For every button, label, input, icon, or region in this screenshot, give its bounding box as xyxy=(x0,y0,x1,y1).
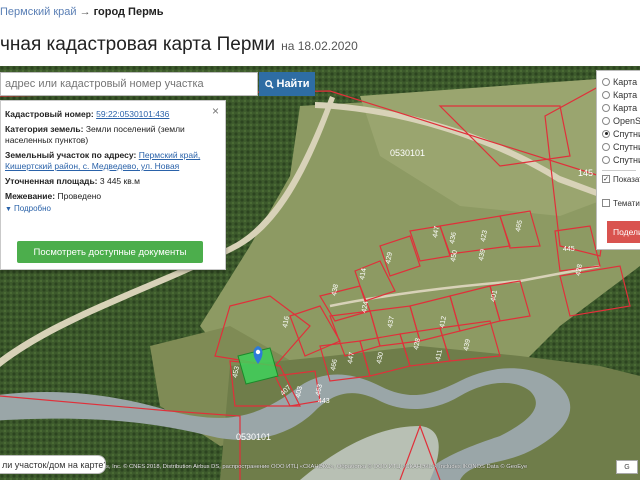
layer-option[interactable]: Карта xyxy=(602,88,640,101)
area-label: Уточненная площадь: xyxy=(5,176,98,186)
survey-value: Проведено xyxy=(57,191,102,201)
page-title: чная кадастровая карта Перми на 18.02.202… xyxy=(0,34,358,56)
address-label: Земельный участок по адресу: xyxy=(5,150,137,160)
checkbox-icon xyxy=(602,199,610,207)
breadcrumb-city: город Пермь xyxy=(93,6,164,18)
radio-icon xyxy=(602,77,610,86)
share-button[interactable]: Подели xyxy=(607,221,640,243)
layer-option-selected[interactable]: Спутни xyxy=(602,127,640,140)
layer-option[interactable]: Спутни xyxy=(602,140,640,153)
cad-number-label: Кадастровый номер: xyxy=(5,109,94,119)
satellite-map[interactable]: 453 416 438 414 429 447 436 423 465 450 … xyxy=(0,66,640,480)
layer-option[interactable]: Спутни xyxy=(602,153,640,166)
quarter-label-bottom: 0530101 xyxy=(236,432,271,442)
more-details-toggle[interactable]: ▼ Подробно xyxy=(5,204,221,213)
layer-option-label: Спутни xyxy=(613,141,640,152)
radio-icon xyxy=(602,103,610,112)
svg-text:445: 445 xyxy=(563,246,575,253)
layer-option-label: Спутни xyxy=(613,128,640,139)
breadcrumb-region-link[interactable]: Пермский край xyxy=(0,6,77,18)
cad-number-link[interactable]: 59:22:0530101:436 xyxy=(96,109,169,119)
breadcrumb-arrow: → xyxy=(79,6,91,18)
radio-icon xyxy=(602,142,610,151)
layer-option[interactable]: Карта xyxy=(602,101,640,114)
svg-text:443: 443 xyxy=(318,398,330,405)
category-row: Категория земель: Земли поселений (земли… xyxy=(5,124,221,146)
search-button-label: Найти xyxy=(276,78,310,90)
search-icon xyxy=(264,79,274,89)
show-borders-label: Показат границ xyxy=(613,175,640,184)
layer-switcher: Карта Карта Карта OpenS Спутни Спутни Сп… xyxy=(596,70,640,250)
layer-option-label: OpenS xyxy=(613,115,640,126)
divider xyxy=(602,170,636,171)
search-input[interactable] xyxy=(0,72,258,96)
checkbox-checked-icon: ✓ xyxy=(602,175,610,183)
radio-selected-icon xyxy=(602,129,610,138)
parcel-info-card: × Кадастровый номер: 59:22:0530101:436 К… xyxy=(0,100,226,270)
map-corner-badge[interactable]: G xyxy=(616,460,638,474)
triangle-down-icon: ▼ xyxy=(5,206,12,213)
layer-option-label: Спутни xyxy=(613,154,640,165)
layer-option-label: Карта xyxy=(613,76,638,87)
layer-option[interactable]: OpenS xyxy=(602,114,640,127)
quarter-label-top: 0530101 xyxy=(390,148,425,158)
close-icon[interactable]: × xyxy=(212,104,219,118)
more-details-label: Подробно xyxy=(13,204,51,213)
show-borders-checkbox[interactable]: ✓Показат границ xyxy=(602,175,640,197)
cad-number-row: Кадастровый номер: 59:22:0530101:436 xyxy=(5,109,221,120)
layer-option-label: Карта xyxy=(613,102,638,113)
thematic-checkbox[interactable]: Темати xyxy=(602,197,640,209)
survey-row: Межевание: Проведено xyxy=(5,191,221,202)
address-row: Земельный участок по адресу: Пермский кр… xyxy=(5,150,221,172)
imagery-attribution: s, Inc. © CNES 2018, Distribution Airbus… xyxy=(106,464,528,470)
breadcrumb: Пермский край → город Пермь xyxy=(0,6,164,18)
radio-icon xyxy=(602,90,610,99)
radio-icon xyxy=(602,155,610,164)
page-title-text: чная кадастровая карта Перми xyxy=(0,34,276,55)
radio-icon xyxy=(602,116,610,125)
thematic-label: Темати xyxy=(613,198,640,208)
layer-option-label: Карта xyxy=(613,89,638,100)
view-documents-button[interactable]: Посмотреть доступные документы xyxy=(17,241,203,263)
search-button[interactable]: Найти xyxy=(259,72,315,96)
found-on-map-prompt[interactable]: ли участок/дом на карте? xyxy=(0,455,106,474)
area-row: Уточненная площадь: 3 445 кв.м xyxy=(5,176,221,187)
quarter-label-right: 145 xyxy=(578,168,593,178)
page-title-date: на 18.02.2020 xyxy=(281,39,358,53)
survey-label: Межевание: xyxy=(5,191,56,201)
category-label: Категория земель: xyxy=(5,124,84,134)
area-value: 3 445 кв.м xyxy=(99,176,140,186)
layer-option[interactable]: Карта xyxy=(602,75,640,88)
